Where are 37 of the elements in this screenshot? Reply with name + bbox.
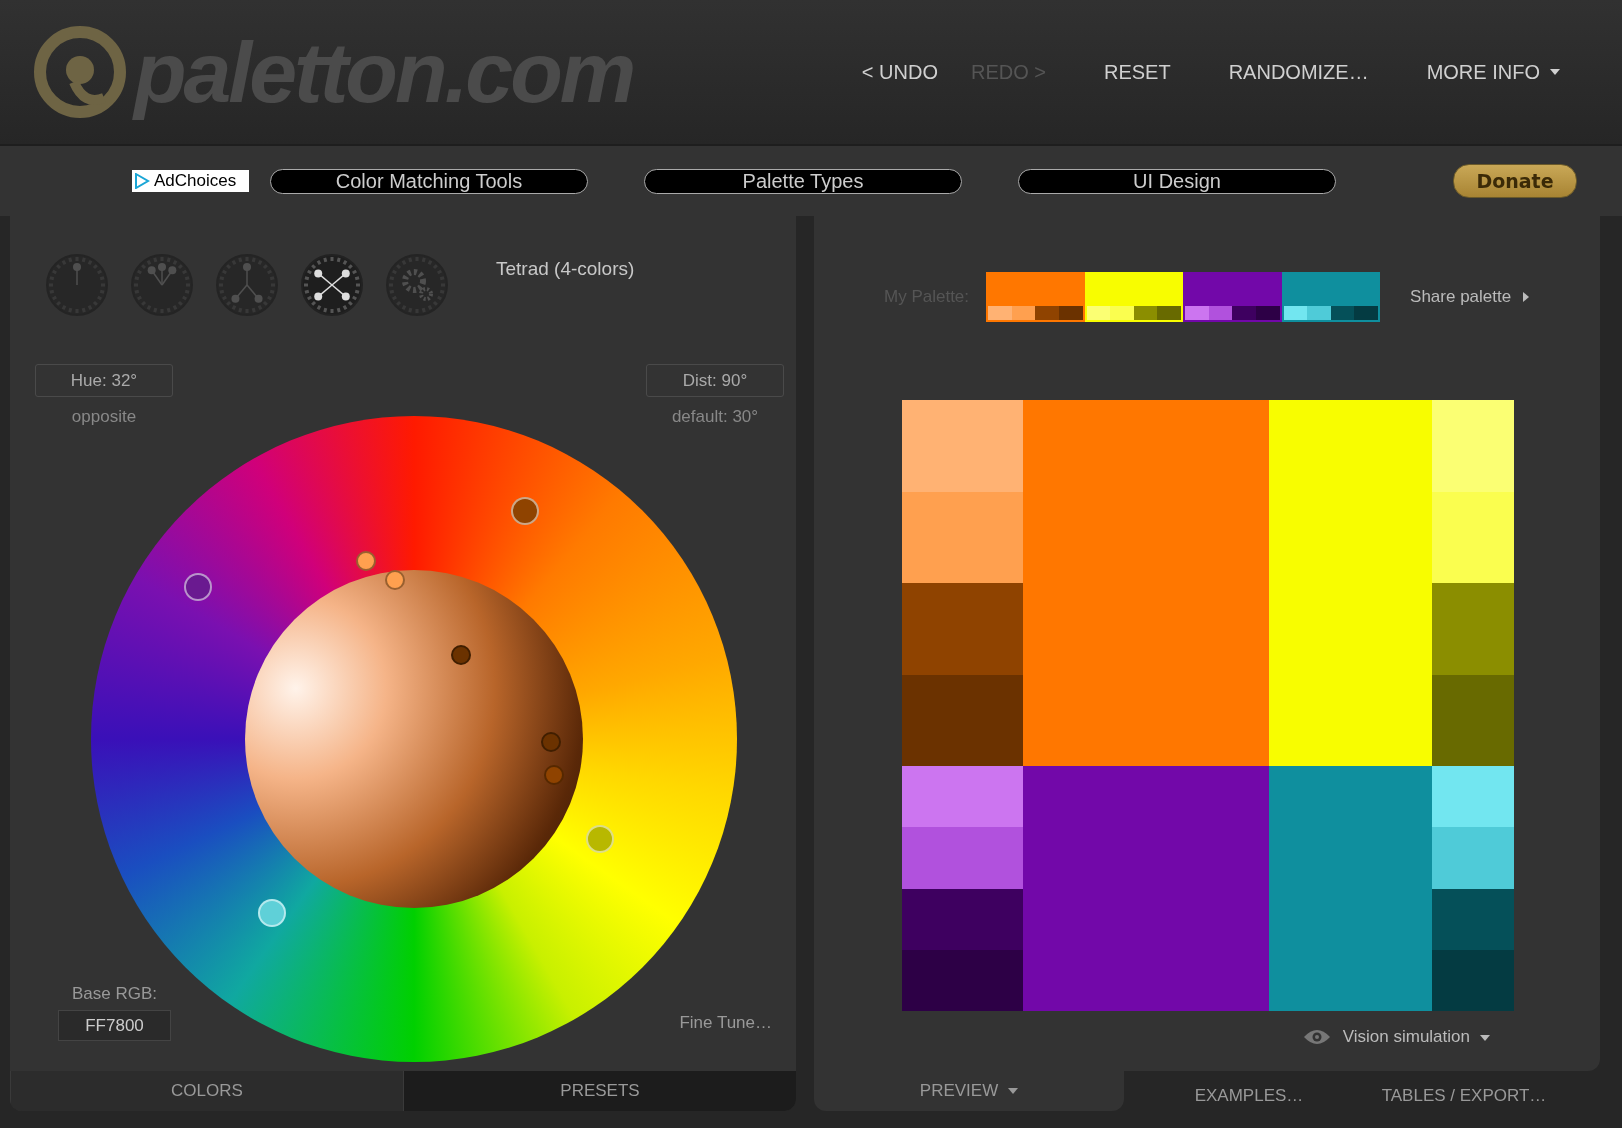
nav-link[interactable]: RANDOMIZE… bbox=[1228, 60, 1369, 84]
hue-hint[interactable]: opposite bbox=[71, 407, 137, 427]
vision-simulation-dropdown[interactable]: Vision simulation bbox=[1342, 1027, 1502, 1047]
scheme-label: Tetrad (4-colors) bbox=[496, 258, 635, 280]
panel-tab[interactable]: PREVIEW bbox=[814, 1071, 1124, 1111]
logo-icon bbox=[34, 26, 126, 118]
panel-tab[interactable]: COLORS bbox=[10, 1071, 403, 1111]
donate-button[interactable]: Donate bbox=[1453, 164, 1577, 198]
distance-field[interactable]: Dist: 90° bbox=[646, 364, 784, 397]
base-rgb-field[interactable]: FF7800 bbox=[58, 1010, 171, 1041]
nav-link[interactable]: RESET bbox=[1103, 60, 1171, 84]
palette-swatch[interactable] bbox=[1281, 272, 1381, 322]
hue-field[interactable]: Hue: 32° bbox=[35, 364, 173, 397]
caret-icon bbox=[1480, 1034, 1490, 1041]
link-button[interactable]: UI Design bbox=[1018, 168, 1336, 194]
palette-swatch[interactable] bbox=[1183, 272, 1282, 322]
panel-tab[interactable]: PRESETS bbox=[403, 1071, 796, 1111]
fine-tune-link[interactable]: Fine Tune… bbox=[679, 1013, 772, 1033]
tetrad-mode-icon[interactable] bbox=[301, 254, 363, 316]
triad-mode-icon[interactable] bbox=[216, 254, 278, 316]
distance-hint[interactable]: default: 30° bbox=[671, 407, 759, 427]
palette-swatch[interactable] bbox=[986, 272, 1085, 322]
nav-link[interactable]: < UNDO bbox=[861, 60, 938, 84]
eye-icon bbox=[1302, 1029, 1331, 1045]
triangle-right-icon bbox=[1523, 292, 1530, 302]
base-rgb-label: Base RGB: bbox=[71, 984, 157, 1004]
panel-tab[interactable]: EXAMPLES… bbox=[1164, 1076, 1334, 1116]
panel-tab[interactable]: TABLES / EXPORT… bbox=[1364, 1076, 1564, 1116]
adjacent-mode-icon[interactable] bbox=[131, 254, 193, 316]
link-button[interactable]: Palette Types bbox=[644, 168, 962, 194]
nav-link[interactable]: MORE INFO bbox=[1426, 60, 1560, 84]
mono-mode-icon[interactable] bbox=[46, 254, 108, 316]
share-palette-link[interactable]: Share palette bbox=[1410, 287, 1530, 307]
link-button[interactable]: Color Matching Tools bbox=[270, 168, 588, 194]
free-mode-icon[interactable] bbox=[386, 254, 448, 316]
adchoices-link[interactable]: AdChoices bbox=[132, 170, 249, 192]
adchoices-icon bbox=[134, 173, 150, 189]
